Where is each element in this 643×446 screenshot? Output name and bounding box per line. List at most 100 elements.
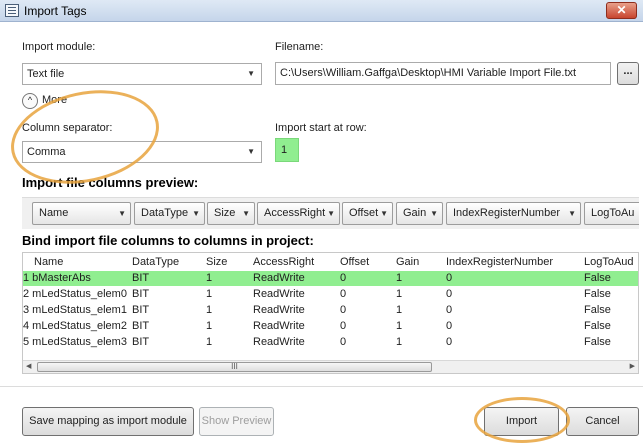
grid-header-cell[interactable]: LogToAud — [584, 255, 638, 270]
import-module-select[interactable]: Text file ▼ — [22, 63, 262, 85]
dropdown-arrow-icon: ▼ — [430, 209, 438, 218]
table-cell: BIT — [132, 288, 150, 300]
divider — [0, 386, 643, 387]
grid-header-cell[interactable]: IndexRegisterNumber — [446, 255, 581, 270]
preview-column-select[interactable]: AccessRight ▼ — [257, 202, 340, 225]
dropdown-arrow-icon: ▼ — [192, 209, 200, 218]
column-separator-label: Column separator: — [22, 122, 113, 134]
table-cell: 0 — [340, 320, 347, 332]
grid-header-row: Name DataType Size AccessRight Offset Ga… — [23, 255, 638, 270]
close-button[interactable]: ✕ — [606, 2, 637, 19]
preview-heading: Import file columns preview: — [22, 175, 199, 190]
column-separator-value: Comma — [27, 146, 66, 158]
table-cell: 0 — [446, 320, 453, 332]
import-start-input[interactable]: 1 — [275, 138, 299, 162]
table-cell: 3 mLedStatus_elem1 — [23, 304, 127, 316]
bind-heading: Bind import file columns to columns in p… — [22, 233, 314, 248]
table-cell: 0 — [340, 304, 347, 316]
table-cell: ReadWrite — [253, 272, 305, 284]
column-separator-select[interactable]: Comma ▼ — [22, 141, 262, 163]
preview-column-label: IndexRegisterNumber — [453, 207, 560, 219]
import-module-value: Text file — [27, 68, 65, 80]
grid-header-cell[interactable]: AccessRight — [253, 255, 337, 270]
preview-columns-bar: Name ▼ DataType ▼ Size ▼ AccessRight ▼ O… — [22, 197, 639, 229]
table-cell: 1 — [206, 336, 213, 348]
table-cell: 0 — [446, 304, 453, 316]
preview-column-label: DataType — [141, 207, 189, 219]
table-row[interactable]: 3 mLedStatus_elem1 BIT 1 ReadWrite 0 1 0… — [23, 303, 638, 318]
dropdown-arrow-icon: ▼ — [327, 209, 335, 218]
scroll-left-icon[interactable]: ◀ — [26, 362, 31, 370]
table-cell: False — [584, 336, 611, 348]
table-cell: 0 — [446, 336, 453, 348]
preview-column-label: Gain — [403, 207, 427, 219]
grid-header-cell[interactable]: Offset — [340, 255, 392, 270]
table-cell: ReadWrite — [253, 336, 305, 348]
preview-column-label: Size — [214, 207, 236, 219]
show-preview-button[interactable]: Show Preview — [199, 407, 274, 436]
dropdown-arrow-icon: ▼ — [568, 209, 576, 218]
save-mapping-button[interactable]: Save mapping as import module — [22, 407, 194, 436]
horizontal-scrollbar[interactable]: ◀ III ▶ — [23, 360, 638, 373]
table-cell: 1 — [396, 336, 403, 348]
grid-header-cell[interactable]: DataType — [132, 255, 202, 270]
table-cell: 0 — [340, 336, 347, 348]
table-cell: 0 — [340, 288, 347, 300]
table-icon — [5, 4, 19, 17]
table-cell: False — [584, 304, 611, 316]
table-cell: ReadWrite — [253, 320, 305, 332]
table-row[interactable]: 1 bMasterAbs BIT 1 ReadWrite 0 1 0 False — [23, 271, 638, 286]
table-cell: BIT — [132, 336, 150, 348]
preview-column-select[interactable]: IndexRegisterNumber ▼ — [446, 202, 581, 225]
preview-column-label: AccessRight — [264, 207, 326, 219]
dropdown-arrow-icon: ▼ — [247, 69, 255, 78]
grid-header-cell[interactable]: Gain — [396, 255, 442, 270]
cancel-button[interactable]: Cancel — [566, 407, 639, 436]
table-cell: 2 mLedStatus_elem0 — [23, 288, 127, 300]
dropdown-arrow-icon: ▼ — [380, 209, 388, 218]
table-cell: 1 — [396, 288, 403, 300]
dropdown-arrow-icon: ▼ — [247, 147, 255, 156]
dropdown-arrow-icon: ▼ — [242, 209, 250, 218]
preview-column-select[interactable]: Gain ▼ — [396, 202, 443, 225]
preview-column-select[interactable]: Size ▼ — [207, 202, 255, 225]
table-cell: False — [584, 288, 611, 300]
table-cell: BIT — [132, 272, 150, 284]
scroll-thumb[interactable]: III — [37, 362, 432, 372]
window-title: Import Tags — [24, 4, 87, 18]
grid-header-cell[interactable]: Size — [206, 255, 250, 270]
table-cell: 0 — [340, 272, 347, 284]
import-button[interactable]: Import — [484, 407, 559, 436]
browse-button[interactable]: ... — [617, 62, 639, 85]
table-cell: 1 — [206, 320, 213, 332]
filename-value: C:\Users\William.Gaffga\Desktop\HMI Vari… — [280, 67, 577, 79]
import-start-label: Import start at row: — [275, 122, 367, 134]
preview-column-select[interactable]: LogToAu — [584, 202, 639, 225]
preview-column-label: Name — [39, 207, 69, 219]
table-row[interactable]: 4 mLedStatus_elem2 BIT 1 ReadWrite 0 1 0… — [23, 319, 638, 334]
scroll-right-icon[interactable]: ▶ — [630, 362, 635, 370]
table-cell: 1 — [396, 272, 403, 284]
bind-grid: Name DataType Size AccessRight Offset Ga… — [22, 252, 639, 374]
table-cell: 5 mLedStatus_elem3 — [23, 336, 127, 348]
table-cell: 1 — [396, 320, 403, 332]
table-cell: 1 — [206, 304, 213, 316]
table-cell: 0 — [446, 288, 453, 300]
filename-input[interactable]: C:\Users\William.Gaffga\Desktop\HMI Vari… — [275, 62, 611, 85]
preview-column-label: Offset — [349, 207, 379, 219]
table-cell: False — [584, 320, 611, 332]
table-cell: ReadWrite — [253, 288, 305, 300]
preview-column-select[interactable]: Offset ▼ — [342, 202, 393, 225]
table-cell: 1 — [396, 304, 403, 316]
table-cell: 1 bMasterAbs — [23, 272, 91, 284]
table-cell: False — [584, 272, 611, 284]
table-cell: 1 — [206, 288, 213, 300]
preview-column-label: LogToAu — [591, 207, 635, 219]
preview-column-select[interactable]: Name ▼ — [32, 202, 131, 225]
table-row[interactable]: 5 mLedStatus_elem3 BIT 1 ReadWrite 0 1 0… — [23, 335, 638, 350]
grid-header-cell[interactable]: Name — [34, 255, 129, 270]
table-row[interactable]: 2 mLedStatus_elem0 BIT 1 ReadWrite 0 1 0… — [23, 287, 638, 302]
more-label: More — [42, 94, 68, 106]
table-cell: 4 mLedStatus_elem2 — [23, 320, 127, 332]
preview-column-select[interactable]: DataType ▼ — [134, 202, 205, 225]
